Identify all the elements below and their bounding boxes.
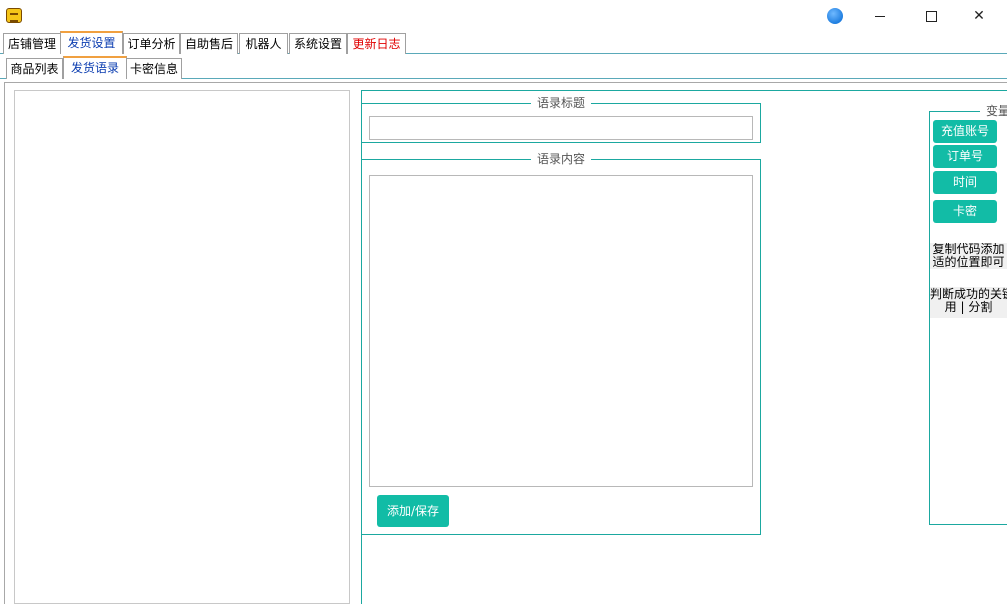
tab-card-key-info[interactable]: 卡密信息	[126, 58, 182, 79]
var-recharge-account-button[interactable]: 充值账号	[933, 120, 997, 143]
tab-robot[interactable]: 机器人	[239, 33, 288, 54]
tab-system-settings[interactable]: 系统设置	[289, 33, 347, 54]
phrase-content-label: 语录内容	[530, 152, 591, 166]
add-save-button[interactable]: 添加/保存	[377, 495, 449, 527]
tab-delivery-settings[interactable]: 发货设置	[60, 31, 123, 54]
close-icon: ✕	[973, 8, 985, 24]
app-logo-icon	[6, 8, 22, 23]
maximize-button[interactable]	[908, 0, 954, 32]
phrase-list[interactable]	[14, 90, 350, 604]
tab-changelog[interactable]: 更新日志	[347, 33, 406, 54]
tab-self-service[interactable]: 自助售后	[180, 33, 238, 54]
tab-order-analysis[interactable]: 订单分析	[123, 33, 180, 54]
var-time-button[interactable]: 时间	[933, 171, 997, 194]
tab-store-management[interactable]: 店铺管理	[3, 33, 61, 54]
main-tab-bar: 店铺管理 发货设置 订单分析 自助售后 机器人 系统设置 更新日志	[0, 31, 1007, 54]
phrase-content-textarea[interactable]	[369, 175, 753, 487]
tab-delivery-phrases[interactable]: 发货语录	[63, 56, 127, 79]
title-bar	[0, 0, 1007, 32]
minimize-icon	[875, 15, 885, 17]
keyword-note: 判断成功的关键 用 | 分割	[930, 287, 1007, 318]
phrase-title-input[interactable]	[369, 116, 753, 140]
minimize-button[interactable]	[857, 0, 903, 32]
var-order-number-button[interactable]: 订单号	[933, 145, 997, 168]
close-button[interactable]: ✕	[956, 0, 1002, 32]
variables-label: 变量	[980, 104, 1007, 118]
copy-code-note: 复制代码添加 适的位置即可	[930, 243, 1007, 269]
phrase-title-label: 语录标题	[530, 96, 591, 110]
sub-tab-bar: 商品列表 发货语录 卡密信息	[0, 56, 1007, 79]
tab-product-list[interactable]: 商品列表	[6, 58, 63, 79]
skin-theme-icon[interactable]	[827, 8, 843, 24]
maximize-icon	[925, 10, 937, 22]
var-card-key-button[interactable]: 卡密	[933, 200, 997, 223]
